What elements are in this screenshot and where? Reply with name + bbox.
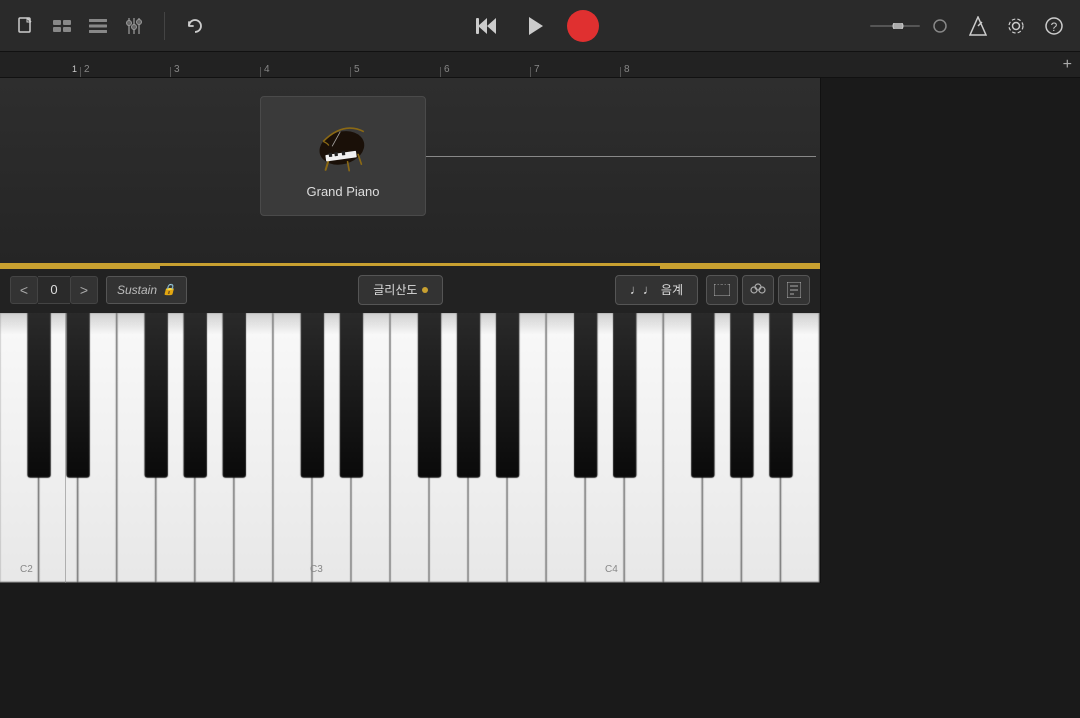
nav-next-button[interactable]: > bbox=[70, 276, 98, 304]
ruler-mark-5: 6 bbox=[440, 52, 530, 77]
octave-nav: < 0 > bbox=[10, 276, 98, 304]
ruler-mark-4: 5 bbox=[350, 52, 440, 77]
rewind-button[interactable] bbox=[471, 10, 503, 42]
nav-prev-button[interactable]: < bbox=[10, 276, 38, 304]
chord-view-button[interactable] bbox=[742, 275, 774, 305]
volume-slider[interactable] bbox=[870, 23, 920, 29]
ruler-mark-1: 2 bbox=[80, 52, 170, 77]
toolbar: ? bbox=[0, 0, 1080, 52]
ruler-mark-3: 4 bbox=[260, 52, 350, 77]
mixer-icon[interactable] bbox=[120, 12, 148, 40]
add-track-button[interactable]: + bbox=[1063, 56, 1072, 74]
scale-button[interactable]: ♩♩ 음계 bbox=[615, 275, 698, 305]
glissando-dot bbox=[422, 287, 428, 293]
undo-icon[interactable] bbox=[181, 12, 209, 40]
play-button[interactable] bbox=[517, 8, 553, 44]
record-button[interactable] bbox=[567, 10, 599, 42]
track-body: Grand Piano bbox=[0, 78, 820, 263]
settings-icon[interactable] bbox=[1002, 12, 1030, 40]
scale-label: 음계 bbox=[661, 281, 683, 298]
gold-accent-left bbox=[0, 266, 160, 269]
playhead-line bbox=[65, 313, 66, 583]
help-icon[interactable]: ? bbox=[1040, 12, 1068, 40]
volume-icon bbox=[926, 12, 954, 40]
settings-panel-button[interactable] bbox=[778, 275, 810, 305]
view-small-icon[interactable] bbox=[48, 12, 76, 40]
glissando-button[interactable]: 글리산도 bbox=[358, 275, 443, 305]
svg-text:?: ? bbox=[1051, 20, 1058, 34]
keyboard-container[interactable]: C2 C3 C4 bbox=[0, 313, 820, 583]
toolbar-right-group: ? bbox=[1002, 12, 1068, 40]
left-content: Grand Piano < 0 > Sustain 🔒 글리산도 bbox=[0, 78, 820, 583]
volume-control bbox=[870, 12, 954, 40]
ruler-mark-7: 8 bbox=[620, 52, 710, 77]
keyboard-view-button[interactable] bbox=[706, 275, 738, 305]
metronome-icon[interactable] bbox=[964, 12, 992, 40]
grand-piano-block[interactable]: Grand Piano bbox=[260, 96, 426, 216]
list-view-icon[interactable] bbox=[84, 12, 112, 40]
sustain-button[interactable]: Sustain 🔒 bbox=[106, 276, 187, 304]
note-icon: ♩♩ bbox=[630, 282, 656, 297]
toolbar-separator-1 bbox=[164, 12, 165, 40]
ruler-mark-2: 3 bbox=[170, 52, 260, 77]
new-file-icon[interactable] bbox=[12, 12, 40, 40]
glissando-label: 글리산도 bbox=[373, 281, 417, 298]
octave-number: 0 bbox=[38, 276, 70, 304]
toolbar-left-group bbox=[12, 12, 148, 40]
track-area: Grand Piano bbox=[0, 78, 820, 263]
grand-piano-label: Grand Piano bbox=[307, 184, 380, 199]
main-content: Grand Piano < 0 > Sustain 🔒 글리산도 bbox=[0, 78, 1080, 583]
ruler-marks: 2 3 4 5 6 7 8 bbox=[80, 52, 1080, 77]
ruler: 1 2 3 4 5 6 7 8 + bbox=[0, 52, 1080, 78]
keyboard-section: C2 C3 C4 bbox=[0, 313, 820, 583]
view-buttons bbox=[706, 275, 810, 305]
control-bar: < 0 > Sustain 🔒 글리산도 ♩♩ 음계 bbox=[0, 263, 820, 313]
track-continuation-line bbox=[426, 156, 816, 157]
transport-controls bbox=[219, 8, 850, 44]
lock-icon: 🔒 bbox=[162, 283, 176, 296]
gold-accent-right bbox=[660, 266, 820, 269]
sustain-label: Sustain bbox=[117, 283, 157, 297]
ruler-mark-6: 7 bbox=[530, 52, 620, 77]
grand-piano-icon bbox=[311, 113, 376, 178]
right-panel bbox=[820, 78, 1080, 583]
playhead-position: 1 bbox=[72, 64, 77, 74]
